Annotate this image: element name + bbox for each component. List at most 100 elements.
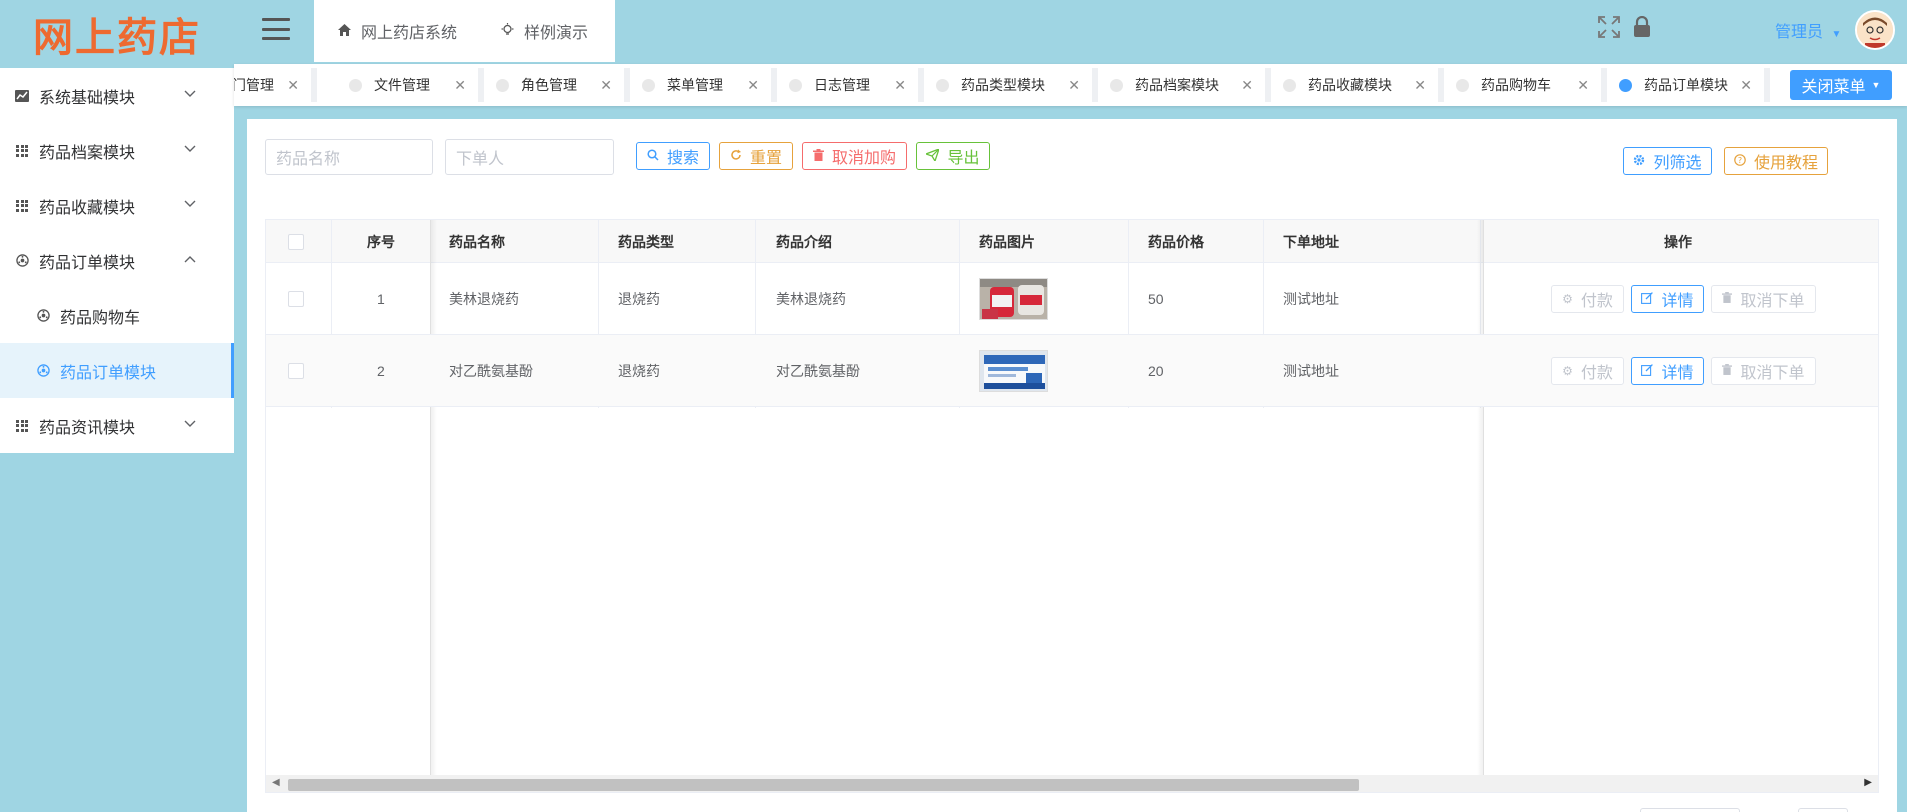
scroll-left-arrow-icon[interactable]: ◀ — [272, 777, 280, 788]
sidebar-item-label: 药品收藏模块 — [39, 199, 136, 217]
button-label: 导出 — [947, 150, 980, 167]
header-image: 药品图片 — [979, 233, 1035, 250]
close-icon[interactable]: ✕ — [287, 77, 299, 94]
refresh-icon — [730, 149, 742, 164]
cancel-order-button[interactable]: 取消下单 — [1711, 285, 1816, 313]
close-icon[interactable]: ✕ — [1241, 77, 1253, 94]
gear-icon: ⚙ — [1562, 364, 1573, 378]
tag-item[interactable]: 部门管理 ✕ — [234, 68, 317, 102]
header-price: 药品价格 — [1148, 233, 1204, 250]
tag-item[interactable]: 药品收藏模块 ✕ — [1271, 68, 1444, 102]
grid-icon — [15, 199, 29, 213]
reset-button[interactable]: 重置 — [719, 142, 793, 170]
chevron-down-icon — [184, 87, 196, 101]
grid-icon — [15, 144, 29, 158]
tag-label: 文件管理 — [374, 77, 430, 93]
tab-label: 样例演示 — [524, 25, 589, 42]
column-filter-button[interactable]: 列筛选 — [1623, 147, 1712, 175]
gear-icon: ⚙ — [1562, 292, 1573, 306]
edit-icon — [1641, 363, 1654, 379]
sidebar-item-label: 药品订单模块 — [39, 254, 136, 272]
chevron-down-icon — [184, 197, 196, 211]
fullscreen-icon[interactable] — [1598, 16, 1620, 44]
cell-intro: 美林退烧药 — [776, 291, 846, 307]
pay-button[interactable]: ⚙ 付款 — [1551, 285, 1624, 313]
pay-button[interactable]: ⚙ 付款 — [1551, 357, 1624, 385]
tag-item[interactable]: 药品购物车 ✕ — [1444, 68, 1607, 102]
tag-item[interactable]: 药品档案模块 ✕ — [1098, 68, 1271, 102]
lock-icon[interactable] — [1633, 15, 1651, 38]
orderer-input[interactable]: 下单人 — [445, 139, 614, 175]
pagination-partial — [1798, 808, 1848, 812]
tag-item[interactable]: 日志管理 ✕ — [777, 68, 924, 102]
sidebar-item-favorites[interactable]: 药品收藏模块 — [0, 178, 234, 233]
tag-item[interactable]: 菜单管理 ✕ — [630, 68, 777, 102]
close-icon[interactable]: ✕ — [1414, 77, 1426, 94]
sidebar-subitem-orders[interactable]: 药品订单模块 — [0, 343, 234, 398]
horizontal-scrollbar[interactable]: ◀ ▶ — [266, 775, 1878, 792]
tab-demo[interactable]: 样例演示 — [501, 19, 588, 43]
cell-image — [979, 335, 1048, 407]
button-label: 使用教程 — [1753, 155, 1818, 172]
header-ops: 操作 — [1664, 233, 1692, 250]
sidebar-item-label: 系统基础模块 — [39, 89, 136, 107]
scroll-right-arrow-icon[interactable]: ▶ — [1864, 777, 1872, 788]
close-icon[interactable]: ✕ — [1068, 77, 1080, 94]
tag-label: 药品类型模块 — [961, 77, 1045, 93]
pagination-partial — [1640, 808, 1740, 812]
row-checkbox[interactable] — [288, 363, 304, 379]
tag-dot — [1283, 78, 1296, 92]
cancel-order-button[interactable]: 取消下单 — [1711, 357, 1816, 385]
close-icon[interactable]: ✕ — [600, 77, 612, 94]
sidebar-subitem-cart[interactable]: 药品购物车 — [0, 288, 234, 343]
user-menu[interactable]: 管理员 ▼ — [1775, 18, 1841, 42]
tag-dot — [789, 78, 802, 92]
table-header: 序号 药品名称 药品类型 药品介绍 药品图片 药品价格 下单地址 操作 — [266, 220, 1878, 263]
tag-label: 药品档案模块 — [1135, 77, 1219, 93]
cell-index: 1 — [377, 291, 385, 307]
detail-button[interactable]: 详情 — [1631, 357, 1704, 385]
search-button[interactable]: 搜索 — [636, 142, 710, 170]
tag-item[interactable]: 文件管理 ✕ — [337, 68, 484, 102]
close-icon[interactable]: ✕ — [747, 77, 759, 94]
sidebar-item-orders[interactable]: 药品订单模块 — [0, 233, 234, 288]
sidebar-item-label: 药品订单模块 — [60, 364, 157, 382]
close-menu-button[interactable]: 关闭菜单 ▼ — [1790, 70, 1892, 100]
sidebar-item-archive[interactable]: 药品档案模块 — [0, 123, 234, 178]
settings-icon — [36, 309, 50, 323]
sidebar-item-news[interactable]: 药品资讯模块 — [0, 398, 234, 453]
trash-icon — [1722, 364, 1733, 378]
hamburger-menu-icon[interactable] — [262, 18, 290, 40]
sidebar-item-label: 药品资讯模块 — [39, 419, 136, 437]
drug-name-input[interactable]: 药品名称 — [265, 139, 433, 175]
scrollbar-thumb[interactable] — [288, 779, 1359, 791]
close-icon[interactable]: ✕ — [1577, 77, 1589, 94]
svg-text:?: ? — [1738, 156, 1742, 165]
drug-thumbnail-image[interactable] — [979, 350, 1048, 392]
tag-label: 药品购物车 — [1481, 77, 1551, 93]
edit-icon — [1641, 291, 1654, 307]
row-checkbox[interactable] — [288, 291, 304, 307]
table-row: 2 对乙酰氨基酚 退烧药 对乙酰氨基酚 20 测试地址 ⚙ 付款 详情 取消下单 — [266, 335, 1878, 407]
close-icon[interactable]: ✕ — [1740, 77, 1752, 94]
tag-item[interactable]: 药品类型模块 ✕ — [924, 68, 1098, 102]
tab-home[interactable]: 网上药店系统 — [338, 19, 457, 43]
close-icon[interactable]: ✕ — [454, 77, 466, 94]
cell-intro: 对乙酰氨基酚 — [776, 363, 860, 379]
cancel-purchase-button[interactable]: 取消加购 — [802, 142, 907, 170]
detail-button[interactable]: 详情 — [1631, 285, 1704, 313]
logo[interactable]: 网上药店 — [0, 0, 234, 68]
export-button[interactable]: 导出 — [916, 142, 990, 170]
tutorial-button[interactable]: ? 使用教程 — [1724, 147, 1828, 175]
drug-thumbnail-image[interactable] — [979, 278, 1048, 320]
tag-item[interactable]: 角色管理 ✕ — [484, 68, 630, 102]
tag-label: 日志管理 — [814, 77, 870, 93]
sidebar-menu: 系统基础模块 药品档案模块 药品收藏模块 药品订单模块 药品购物车 药品订单模块… — [0, 68, 234, 453]
tag-item-active[interactable]: 药品订单模块 ✕ — [1607, 68, 1770, 102]
tag-dot — [1456, 78, 1469, 92]
sidebar: 网上药店 系统基础模块 药品档案模块 药品收藏模块 药品订单模块 药品购物车 药… — [0, 0, 234, 812]
select-all-checkbox[interactable] — [288, 233, 304, 250]
avatar[interactable] — [1855, 10, 1895, 50]
sidebar-item-system[interactable]: 系统基础模块 — [0, 68, 234, 123]
close-icon[interactable]: ✕ — [894, 77, 906, 94]
